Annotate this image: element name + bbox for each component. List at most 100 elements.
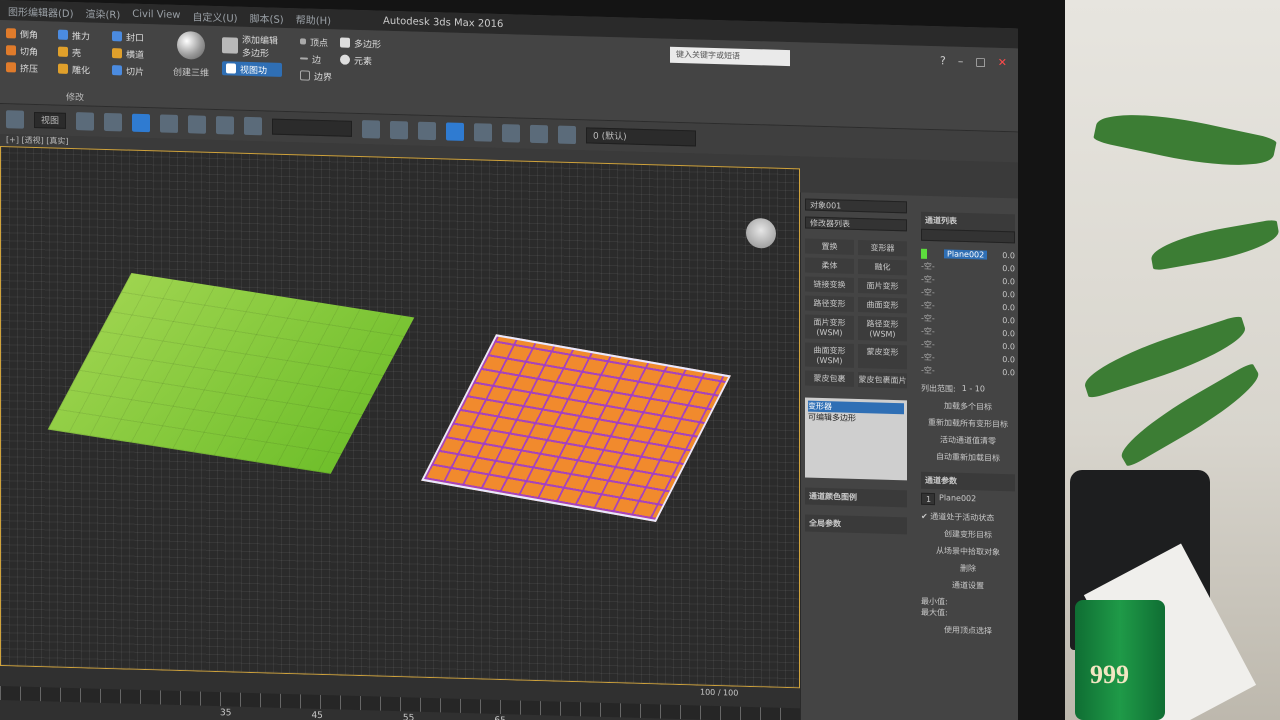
modifier-button[interactable]: 路径变形: [805, 295, 854, 312]
angle-snap-icon[interactable]: [216, 116, 235, 135]
orange-plane-object[interactable]: [421, 334, 731, 522]
modifier-button[interactable]: 曲面变形: [858, 296, 907, 314]
channel-index-field[interactable]: 1: [921, 492, 935, 506]
view-toggle-button[interactable]: 视图功: [222, 61, 282, 77]
modifier-button[interactable]: 曲面变形(WSM): [805, 342, 854, 368]
search-input[interactable]: 键入关键字或短语: [670, 46, 790, 67]
cap-icon: [112, 31, 122, 42]
element-icon: [340, 54, 350, 65]
element-level-button[interactable]: 元素: [340, 52, 381, 67]
menu-item[interactable]: Civil View: [132, 8, 180, 20]
undo-icon[interactable]: [6, 110, 24, 129]
use-vertex-selection-button[interactable]: 使用顶点选择: [921, 624, 1015, 638]
mirror-icon[interactable]: [362, 120, 381, 139]
reload-all-targets-button[interactable]: 重新加载所有变形目标: [921, 417, 1015, 431]
shell-button[interactable]: 壳: [58, 45, 90, 60]
green-plane-object[interactable]: [47, 272, 415, 474]
edge-level-button[interactable]: 边: [300, 51, 332, 66]
border-icon: [300, 70, 310, 81]
modifier-button[interactable]: 链接变换: [805, 276, 854, 293]
zero-active-values-button[interactable]: 活动通道值清零: [921, 434, 1015, 448]
render-setup-icon[interactable]: [530, 124, 549, 144]
move-icon[interactable]: [104, 112, 123, 132]
pick-from-scene-button[interactable]: 从场景中拾取对象: [921, 545, 1015, 559]
vertex-icon: [300, 38, 306, 45]
target-name: Plane002: [939, 493, 977, 504]
chamfer-button[interactable]: 切角: [6, 43, 38, 58]
help-icon[interactable]: ?: [940, 54, 946, 67]
rollout-channel-color-legend[interactable]: 通道颜色图例: [805, 487, 907, 508]
render-icon[interactable]: [558, 125, 577, 145]
vertex-level-button[interactable]: 顶点: [300, 34, 332, 49]
modifier-buttons: 置换 变形器 柔体 融化 链接变换 面片变形 路径变形 曲面变形 面片变形(WS…: [805, 238, 907, 389]
modifier-button[interactable]: 路径变形(WSM): [858, 315, 907, 342]
menu-item[interactable]: 帮助(H): [296, 11, 331, 27]
slice-button[interactable]: 切片: [112, 63, 144, 78]
modify-group-label: 修改: [66, 92, 85, 104]
chamfer-icon: [6, 45, 16, 56]
rotate-icon[interactable]: [132, 113, 151, 133]
menu-item[interactable]: 图形编辑器(D): [8, 3, 74, 20]
carve-button[interactable]: 雕化: [58, 62, 90, 77]
minimize-icon[interactable]: –: [958, 55, 964, 68]
rollout-channel-parameters[interactable]: 通道参数: [921, 471, 1015, 492]
modifier-button[interactable]: 面片变形(WSM): [805, 314, 854, 340]
sphere-icon: [177, 30, 205, 60]
selection-filter-dropdown[interactable]: 视图: [34, 111, 67, 129]
delete-channel-button[interactable]: 删除: [921, 562, 1015, 576]
maximize-icon[interactable]: □: [975, 55, 985, 68]
time-slider[interactable]: 100 / 100: [700, 688, 738, 698]
window-controls: ? – □ ✕: [940, 54, 1007, 69]
push-button[interactable]: 推力: [58, 28, 90, 43]
snap-icon[interactable]: [188, 115, 207, 134]
channel-active-checkbox[interactable]: ✔ 通道处于活动状态: [921, 511, 1015, 525]
channel-list-dropdown[interactable]: [921, 228, 1015, 244]
modifier-list-dropdown[interactable]: 修改器列表: [805, 216, 907, 232]
layer-icon[interactable]: [418, 121, 437, 141]
layer-dropdown[interactable]: 0 (默认): [586, 127, 697, 147]
viewcube-icon[interactable]: [746, 217, 776, 249]
channel-row[interactable]: -空- 0.0: [921, 364, 1015, 380]
load-multiple-targets-button[interactable]: 加载多个目标: [921, 400, 1015, 414]
percent-snap-icon[interactable]: [244, 116, 263, 136]
modifier-button[interactable]: 置换: [805, 238, 854, 255]
shell-icon: [58, 46, 68, 57]
perspective-viewport[interactable]: [0, 146, 800, 689]
bevel-button[interactable]: 倒角: [6, 26, 38, 41]
modifier-button[interactable]: 蒙皮包裹面片: [858, 371, 907, 389]
curve-editor-icon[interactable]: [474, 123, 493, 142]
menu-item[interactable]: 自定义(U): [192, 8, 237, 24]
align-icon[interactable]: [390, 120, 409, 140]
select-icon[interactable]: [76, 112, 95, 131]
modifier-button[interactable]: 面片变形: [858, 277, 907, 295]
tick-label: 35: [220, 708, 232, 719]
rollout-global-parameters[interactable]: 全局参数: [805, 514, 907, 535]
poly-tools-group-2: 推力 壳 雕化: [58, 28, 90, 80]
modifier-button[interactable]: 蒙皮包裹: [805, 370, 854, 387]
object-name-field[interactable]: 对象001: [805, 198, 907, 214]
modifier-button[interactable]: 变形器: [858, 239, 907, 257]
modifier-button[interactable]: 蒙皮变形: [858, 343, 907, 370]
modifier-button[interactable]: 柔体: [805, 257, 854, 274]
slice-icon: [112, 65, 122, 76]
modifier-button[interactable]: 融化: [858, 258, 907, 276]
named-selection-field[interactable]: [272, 118, 353, 137]
scale-icon[interactable]: [160, 114, 179, 133]
menu-item[interactable]: 脚本(S): [250, 9, 284, 25]
border-level-button[interactable]: 边界: [300, 68, 332, 83]
poly-tools-group-3: 封口 横道 切片: [112, 29, 144, 81]
modifier-stack[interactable]: 变形器 可编辑多边形: [805, 397, 907, 481]
extrude-button[interactable]: 挤压: [6, 60, 38, 75]
auto-reload-targets-checkbox[interactable]: 自动重新加载目标: [921, 451, 1015, 465]
close-icon[interactable]: ✕: [998, 56, 1007, 69]
stack-item-editable-poly[interactable]: 可编辑多边形: [808, 412, 904, 426]
create-3d-button[interactable]: 创建三维: [170, 30, 212, 88]
material-editor-icon[interactable]: [502, 124, 521, 143]
add-edit-poly-button[interactable]: 添加编辑多边形: [222, 32, 282, 60]
cap-button[interactable]: 封口: [112, 29, 144, 44]
bridge-button[interactable]: 横道: [112, 46, 144, 61]
polygon-level-button[interactable]: 多边形: [340, 35, 381, 50]
menu-item[interactable]: 渲染(R): [86, 5, 121, 21]
command-panel: 对象001 修改器列表 置换 变形器 柔体 融化 链接变换 面片变形 路径变形 …: [800, 192, 1018, 720]
scene-explorer-icon[interactable]: [446, 122, 465, 141]
